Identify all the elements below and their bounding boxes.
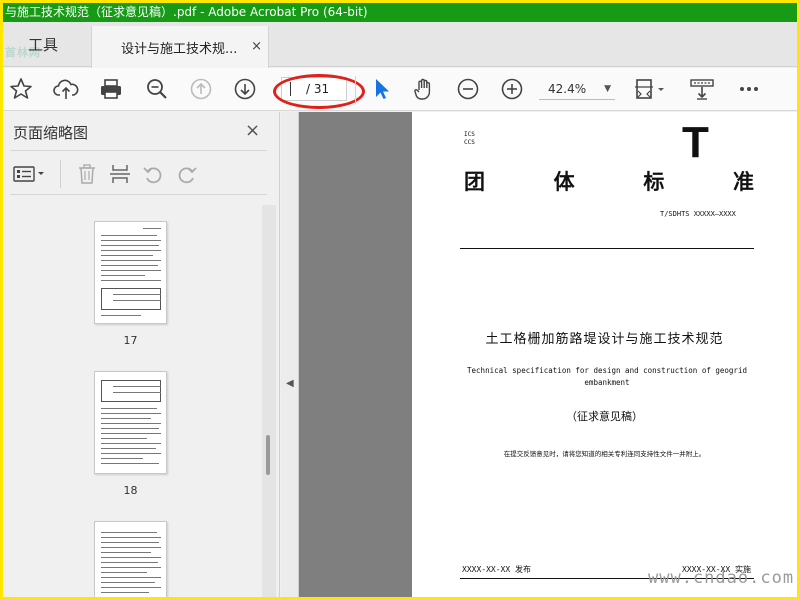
main-toolbar: / 31 42.4% ▼ <box>3 68 797 111</box>
thumbnail-scrollbar[interactable] <box>262 205 276 597</box>
title-char: 团 <box>464 170 485 194</box>
chevron-left-icon[interactable]: ◀ <box>286 378 294 389</box>
rotate-counterclockwise-button[interactable] <box>142 163 164 185</box>
title-char: 准 <box>732 170 754 194</box>
pdf-page: ICS CCS T 团 体 标 准 T/SDHTS XXXXX—XXXX 土工格… <box>412 112 797 597</box>
thumbnail-label: 18 <box>123 484 138 497</box>
page-fit-button[interactable] <box>633 76 669 102</box>
select-tool-button[interactable] <box>368 76 394 102</box>
options-list-icon <box>13 166 44 182</box>
rotate-right-icon <box>178 167 197 184</box>
magnifier-minus-icon <box>147 79 167 99</box>
page-thumbnail[interactable] <box>94 371 167 474</box>
red-annotation-ellipse <box>273 74 365 109</box>
ics-ccs-labels: ICS CCS <box>464 131 475 147</box>
english-title: Technical specification for design and c… <box>467 366 747 387</box>
trash-icon <box>79 164 95 184</box>
document-view[interactable]: ◀ ICS CCS T 团 体 标 准 T/SDHTS XXXXX—XXXX 土… <box>281 112 797 597</box>
header-rule <box>460 248 754 249</box>
window-title-bar: 与施工技术规范（征求意见稿）.pdf - Adobe Acrobat Pro (… <box>3 3 797 22</box>
fit-page-icon <box>635 79 664 99</box>
rotate-clockwise-button[interactable] <box>176 163 198 185</box>
arrow-down-circle-icon <box>234 78 256 100</box>
tab-tools[interactable]: 工具 <box>3 22 91 67</box>
page-thumbnail[interactable] <box>94 521 167 597</box>
tab-bar: 首林网 工具 设计与施工技术规... × <box>3 22 797 68</box>
plus-circle-icon <box>501 78 523 100</box>
printer-icon <box>101 79 121 99</box>
upload-cloud-button[interactable] <box>53 76 79 102</box>
thumbnail-list: 17 18 <box>10 205 260 597</box>
keyboard-down-icon <box>690 79 714 100</box>
acrobat-window: 与施工技术规范（征求意见稿）.pdf - Adobe Acrobat Pro (… <box>3 3 797 597</box>
zoom-in-button[interactable] <box>499 76 525 102</box>
previous-page-button[interactable] <box>188 76 214 102</box>
insert-page-icon <box>110 165 130 183</box>
thumbnail-options-button[interactable] <box>13 163 49 185</box>
close-tab-icon[interactable]: × <box>251 39 262 54</box>
more-tools-button[interactable] <box>736 76 762 102</box>
cloud-upload-icon <box>53 79 79 99</box>
rotate-left-icon <box>143 167 162 184</box>
scroll-mode-button[interactable] <box>689 76 715 102</box>
ccs-label: CCS <box>464 139 475 146</box>
star-icon <box>10 78 32 99</box>
more-horizontal-icon <box>740 87 758 91</box>
standard-type-title: 团 体 标 准 <box>464 166 754 196</box>
page-thumbnail[interactable] <box>94 221 167 324</box>
panel-title: 页面缩略图 <box>13 124 89 142</box>
chinese-title: 土工格栅加筋路堤设计与施工技术规范 <box>485 332 724 347</box>
publish-date: XXXX-XX-XX 发布 <box>462 565 531 574</box>
tab-tools-label: 工具 <box>28 36 59 54</box>
delete-page-button[interactable] <box>76 163 98 185</box>
toolbar-divider <box>355 76 356 104</box>
chevron-down-icon: ▼ <box>604 84 611 94</box>
site-watermark: www.cndao.com <box>648 568 795 588</box>
panel-collapse-strip[interactable]: ◀ <box>281 112 299 597</box>
tab-document-label: 设计与施工技术规... <box>121 41 238 57</box>
patent-note: 在提交反馈意见时，请将您知道的相关专利连同支持性文件一并附上。 <box>503 450 706 458</box>
next-page-button[interactable] <box>232 76 258 102</box>
hand-tool-button[interactable] <box>411 76 437 102</box>
pointer-cursor-icon <box>376 79 389 99</box>
bookmark-star-button[interactable] <box>8 76 34 102</box>
panel-divider <box>10 194 267 195</box>
insert-page-button[interactable] <box>109 163 131 185</box>
title-char: 标 <box>643 170 665 194</box>
panel-toolbar-divider <box>60 160 61 188</box>
window-title: 与施工技术规范（征求意见稿）.pdf - Adobe Acrobat Pro (… <box>5 5 368 19</box>
hand-icon <box>414 78 431 100</box>
close-panel-icon[interactable]: × <box>245 120 260 141</box>
zoom-level-select[interactable]: 42.4% ▼ <box>539 78 615 100</box>
ics-label: ICS <box>464 131 475 138</box>
page-thumbnails-panel: 页面缩略图 × 17 18 <box>3 112 280 597</box>
tab-document[interactable]: 设计与施工技术规... × <box>91 26 269 68</box>
zoom-level-value: 42.4% <box>548 82 587 96</box>
scrollbar-thumb[interactable] <box>266 435 270 475</box>
standard-logo-letter: T <box>682 118 709 167</box>
minus-circle-icon <box>457 78 479 100</box>
panel-divider <box>10 150 267 151</box>
zoom-search-button[interactable] <box>144 76 170 102</box>
print-button[interactable] <box>98 76 124 102</box>
title-char: 体 <box>553 170 575 194</box>
arrow-up-circle-icon <box>190 78 212 100</box>
zoom-out-button[interactable] <box>455 76 481 102</box>
thumbnail-label: 17 <box>123 334 138 347</box>
draft-label: （征求意见稿） <box>566 410 643 423</box>
standard-code: T/SDHTS XXXXX—XXXX <box>660 210 736 218</box>
